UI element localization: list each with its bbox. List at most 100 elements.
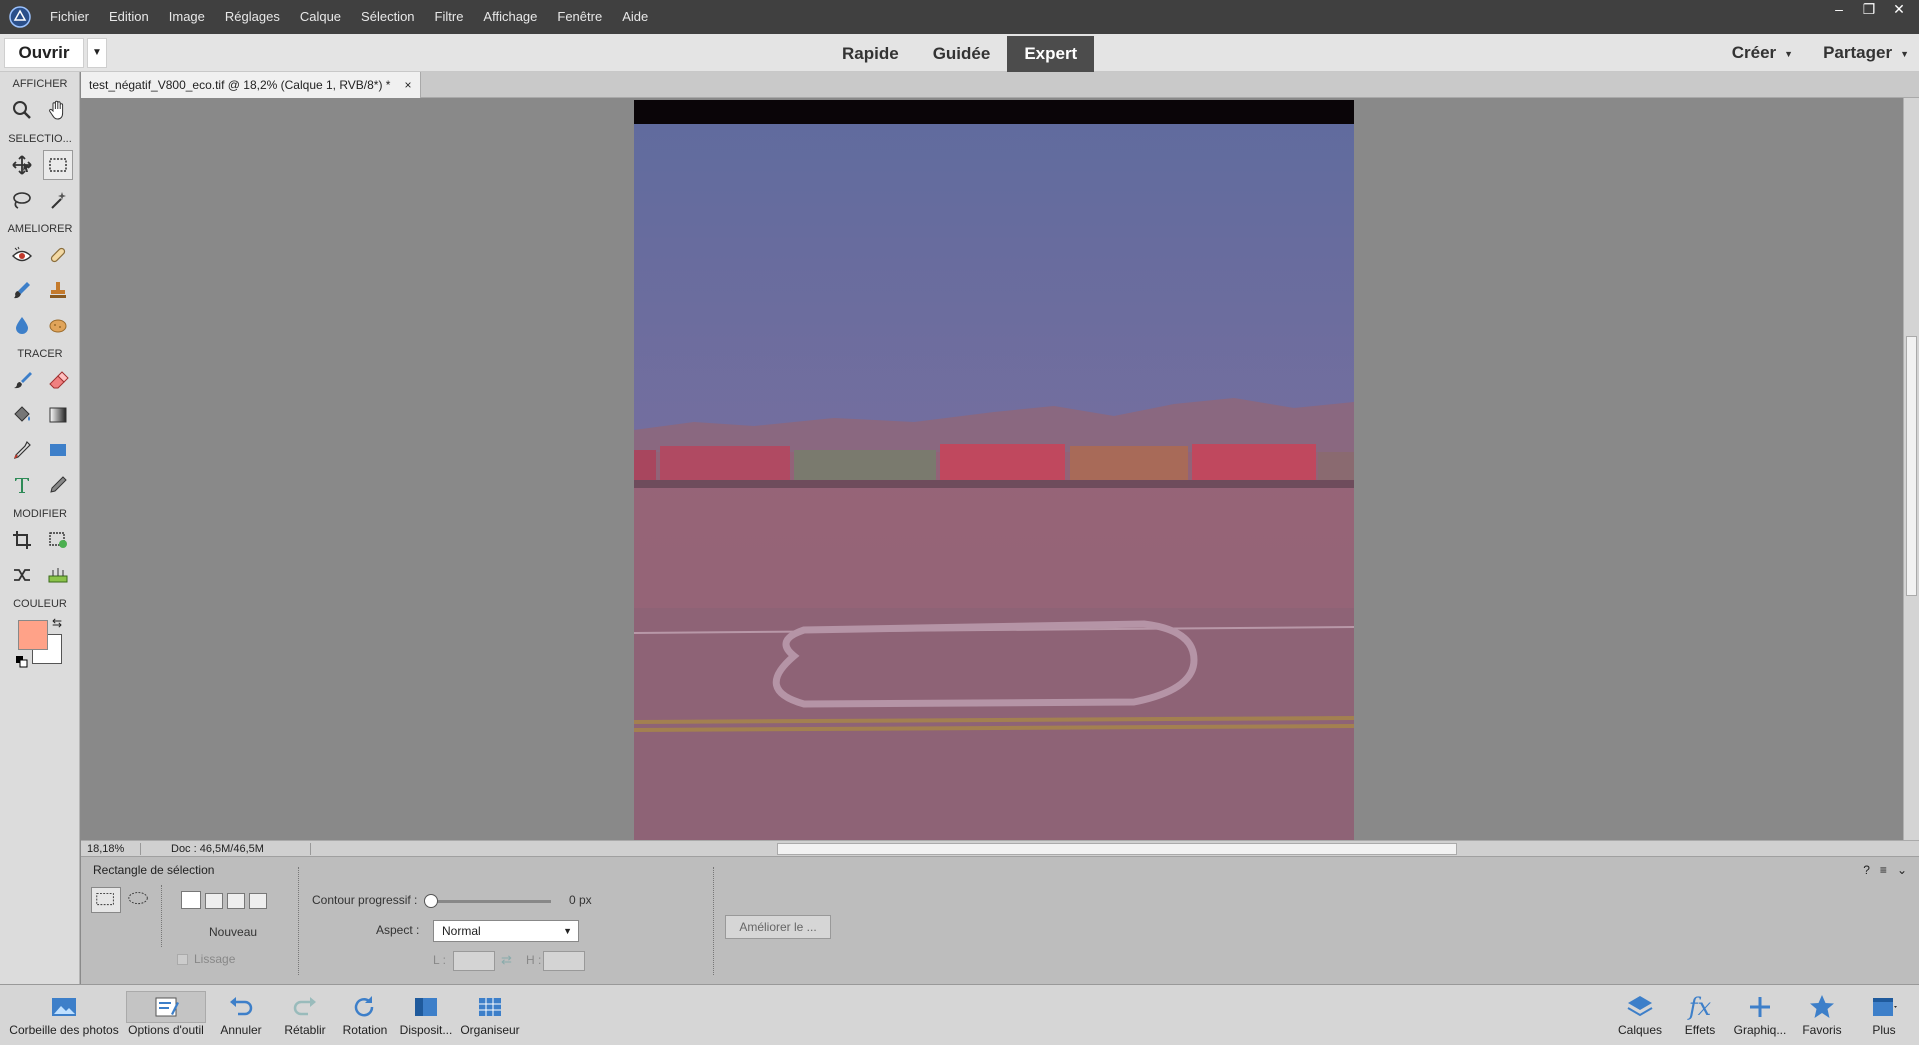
height-input[interactable] [543,951,585,971]
canvas-area[interactable] [81,98,1903,840]
smoothing-checkbox[interactable]: Lissage [177,952,235,966]
intersect-selection-button[interactable] [249,893,267,909]
menu-fenetre[interactable]: Fenêtre [547,0,612,34]
brush-tool[interactable] [7,365,37,395]
more-button[interactable]: Plus [1860,991,1908,1037]
vertical-scroll-thumb[interactable] [1906,336,1917,596]
feather-slider-track[interactable] [431,900,551,903]
recompose-tool[interactable] [43,525,73,555]
swap-colors-icon[interactable]: ⇆ [52,616,62,630]
new-selection-button[interactable] [181,891,201,909]
layers-button[interactable]: Calques [1612,991,1668,1037]
document-tab-strip: test_négatif_V800_eco.tif @ 18,2% (Calqu… [81,72,1919,98]
create-button[interactable]: Créer ▼ [1732,43,1793,63]
content-aware-move-tool[interactable] [7,560,37,590]
more-label: Plus [1872,1023,1896,1037]
move-tool[interactable] [7,150,37,180]
photo-bin-label: Corbeille des photos [9,1023,119,1037]
zoom-readout[interactable]: 18,18% [81,842,141,855]
tool-options-icon [155,997,179,1017]
tab-rapide[interactable]: Rapide [825,36,916,72]
redo-label: Rétablir [284,1023,326,1037]
stamp-icon [49,281,66,298]
eraser-tool[interactable] [43,365,73,395]
menu-selection[interactable]: Sélection [351,0,424,34]
paint-bucket-tool[interactable] [7,400,37,430]
rectangle-marquee-option[interactable] [91,887,121,913]
spot-healing-tool[interactable] [43,240,73,270]
close-window-button[interactable]: ✕ [1887,0,1911,18]
more-panels-icon [1873,998,1897,1016]
magic-wand-tool[interactable] [43,185,73,215]
open-dropdown-button[interactable]: ▼ [87,38,107,68]
feather-slider-handle[interactable] [424,894,438,908]
menu-filtre[interactable]: Filtre [425,0,474,34]
organizer-button[interactable]: Organiseur [460,991,520,1037]
crop-tool[interactable] [7,525,37,555]
panel-menu-icon[interactable]: ≡ [1880,863,1887,877]
aspect-select[interactable]: Normal ▼ [433,920,579,942]
tab-guidee[interactable]: Guidée [916,36,1008,72]
photo-bin-button[interactable]: Corbeille des photos [4,991,124,1037]
share-button[interactable]: Partager ▼ [1823,43,1909,63]
sponge-icon [49,319,66,332]
layers-label: Calques [1617,1023,1663,1037]
elliptical-marquee-option[interactable] [125,887,155,913]
horizontal-scrollbar[interactable] [327,842,1919,856]
lasso-tool[interactable] [7,185,37,215]
width-input[interactable] [453,951,495,971]
type-tool[interactable] [7,470,37,500]
document-tab[interactable]: test_négatif_V800_eco.tif @ 18,2% (Calqu… [81,72,421,98]
add-to-selection-button[interactable] [205,893,223,909]
smart-brush-tool[interactable] [7,275,37,305]
menu-affichage[interactable]: Affichage [473,0,547,34]
vertical-scrollbar[interactable] [1903,98,1919,840]
shape-tool[interactable] [43,435,73,465]
menu-reglages[interactable]: Réglages [215,0,290,34]
restore-button[interactable]: ❐ [1857,0,1881,18]
eraser-icon [48,370,69,388]
default-colors-icon[interactable] [16,656,28,668]
swap-dimensions-icon[interactable]: ⇄ [501,952,512,968]
favorites-button[interactable]: Favoris [1796,991,1848,1037]
layout-button[interactable]: Disposit... [398,991,454,1037]
undo-button[interactable]: Annuler [216,991,266,1037]
document-image[interactable] [634,100,1354,840]
subtract-from-selection-button[interactable] [227,893,245,909]
hand-tool[interactable] [43,95,73,125]
red-eye-tool[interactable] [7,240,37,270]
redo-button[interactable]: Rétablir [280,991,330,1037]
graphics-button[interactable]: Graphiq... [1730,991,1790,1037]
sponge-tool[interactable] [43,310,73,340]
window-controls: – ❐ ✕ [1827,0,1911,18]
effects-button[interactable]: fx Effets [1674,991,1726,1037]
rectangle-marquee-icon [96,893,114,906]
tool-options-button[interactable]: Options d'outil [126,991,206,1037]
menu-fichier[interactable]: Fichier [40,0,99,34]
blur-tool[interactable] [7,310,37,340]
clone-stamp-tool[interactable] [43,275,73,305]
foreground-color-swatch[interactable] [18,620,48,650]
menu-bar: Fichier Edition Image Réglages Calque Sé… [0,0,1919,34]
open-button[interactable]: Ouvrir [4,38,84,68]
app-logo-icon[interactable] [0,0,40,34]
menu-aide[interactable]: Aide [612,0,658,34]
tab-expert[interactable]: Expert [1007,36,1095,72]
refine-edge-button[interactable]: Améliorer le ... [725,915,831,939]
straighten-tool[interactable] [43,560,73,590]
pencil-tool[interactable] [43,470,73,500]
minimize-button[interactable]: – [1827,0,1851,18]
menu-image[interactable]: Image [159,0,215,34]
rectangular-marquee-tool[interactable] [42,149,73,180]
menu-edition[interactable]: Edition [99,0,159,34]
section-couleur: COULEUR [13,598,67,610]
eyedropper-tool[interactable] [7,435,37,465]
horizontal-scroll-thumb[interactable] [777,843,1457,855]
zoom-tool[interactable] [7,95,37,125]
collapse-panel-icon[interactable]: ⌄ [1897,863,1907,877]
gradient-tool[interactable] [43,400,73,430]
menu-calque[interactable]: Calque [290,0,351,34]
close-icon[interactable]: × [404,72,411,98]
help-icon[interactable]: ? [1863,863,1870,877]
rotate-button[interactable]: Rotation [340,991,390,1037]
